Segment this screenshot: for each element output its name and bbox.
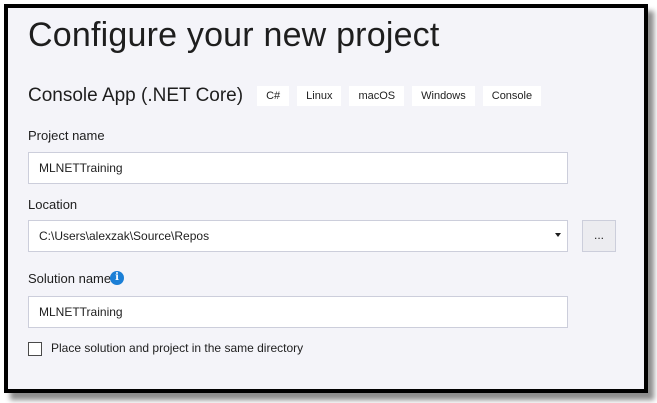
solution-name-input[interactable]: MLNETTraining bbox=[28, 296, 568, 328]
same-directory-label[interactable]: Place solution and project in the same d… bbox=[51, 341, 303, 355]
location-label: Location bbox=[28, 197, 78, 212]
solution-name-value: MLNETTraining bbox=[39, 305, 123, 319]
project-name-value: MLNETTraining bbox=[39, 161, 123, 175]
template-name: Console App (.NET Core) bbox=[28, 85, 244, 106]
tag-csharp: C# bbox=[257, 86, 290, 106]
solution-name-label: Solution name bbox=[28, 271, 112, 286]
project-name-input[interactable]: MLNETTraining bbox=[28, 152, 568, 184]
tag-console: Console bbox=[482, 86, 542, 106]
same-directory-checkbox[interactable] bbox=[28, 342, 42, 356]
configure-project-dialog: Configure your new project Console App (… bbox=[4, 4, 648, 393]
tag-linux: Linux bbox=[297, 86, 342, 106]
tag-macos: macOS bbox=[349, 86, 405, 106]
info-icon[interactable]: i bbox=[110, 271, 124, 285]
page-title: Configure your new project bbox=[28, 16, 440, 54]
location-combobox[interactable]: C:\Users\alexzak\Source\Repos bbox=[28, 220, 568, 252]
tag-windows: Windows bbox=[412, 86, 475, 106]
location-value: C:\Users\alexzak\Source\Repos bbox=[39, 229, 210, 243]
browse-location-button[interactable]: ... bbox=[582, 220, 616, 252]
project-name-label: Project name bbox=[28, 128, 105, 143]
template-summary: Console App (.NET Core) C# Linux macOS W… bbox=[28, 83, 549, 109]
chevron-down-icon[interactable] bbox=[555, 233, 561, 237]
